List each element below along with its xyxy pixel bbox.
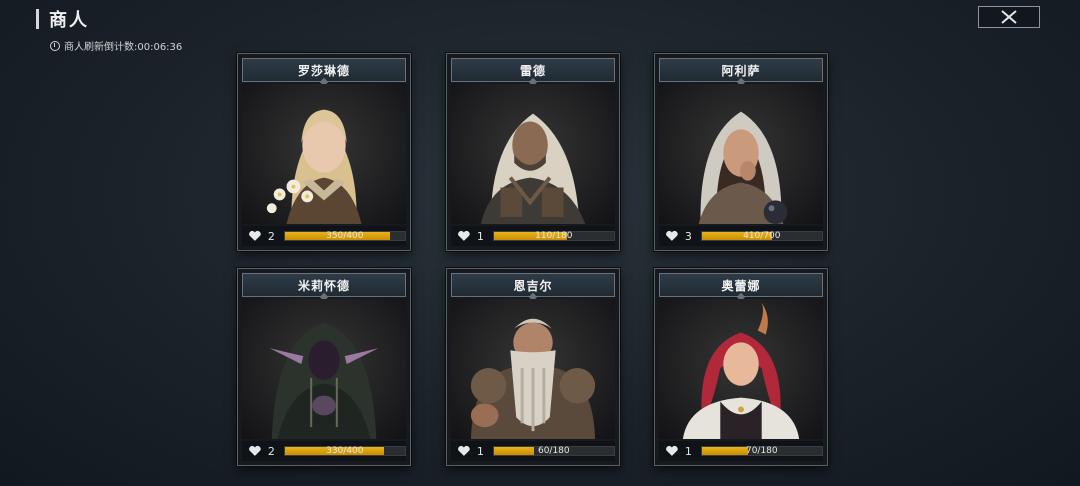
refresh-timer-text: 商人刷新倒计数:00:06:36 [64,42,183,53]
merchant-name-plate: 米莉怀德 [242,273,406,297]
merchant-portrait [451,299,615,439]
merchant-name: 恩吉尔 [513,278,553,293]
merchant-portrait [242,299,406,439]
merchant-card-5[interactable]: 恩吉尔 1 60/180 [446,268,620,466]
hooded-man-portrait [480,113,586,224]
merchant-portrait [659,299,823,439]
heart-icon [249,230,261,241]
merchant-name: 米莉怀德 [297,278,350,293]
progress-text: 60/180 [537,446,570,456]
affection-count: 1 [684,444,692,458]
progress-text: 330/400 [326,446,364,456]
close-button[interactable] [978,6,1040,28]
affection-bar-row: 1 110/180 [451,226,615,246]
merchant-name: 罗莎琳德 [297,63,350,78]
hooded-elf-portrait [269,322,379,439]
progress-text: 350/400 [326,231,364,241]
affection-progress-bar: 330/400 [283,446,406,456]
affection-progress-bar: 70/180 [700,446,823,456]
merchant-name-plate: 恩吉尔 [451,273,615,297]
merchant-card-1[interactable]: 罗莎琳德 2 350/400 [237,53,411,251]
merchant-card-2[interactable]: 雷德 1 110/180 [446,53,620,251]
merchant-card-6[interactable]: 奥蕾娜 1 70/180 [654,268,828,466]
merchant-card-4[interactable]: 米莉怀德 2 330/400 [237,268,411,466]
hooded-woman-portrait [698,111,788,224]
merchant-name: 阿利萨 [721,63,761,78]
merchant-name: 雷德 [519,63,546,78]
merchant-portrait [451,84,615,224]
heart-icon [666,445,678,456]
affection-progress-bar: 60/180 [492,446,615,456]
merchant-portrait [242,84,406,224]
affection-bar-row: 2 350/400 [242,226,406,246]
dwarf-portrait [470,318,596,439]
affection-progress-bar: 110/180 [492,231,615,241]
affection-progress-bar: 350/400 [283,231,406,241]
heart-icon [249,445,261,456]
progress-text: 410/700 [743,231,781,241]
heart-icon [666,230,678,241]
progress-text: 70/180 [745,446,778,456]
affection-count: 2 [267,444,275,458]
affection-count: 1 [476,444,484,458]
affection-bar-row: 1 60/180 [451,441,615,461]
header: 商人 [36,6,89,32]
merchant-name-plate: 奥蕾娜 [659,273,823,297]
title-marker [36,9,39,29]
heart-icon [458,445,470,456]
merchant-portrait [659,84,823,224]
merchant-card-3[interactable]: 阿利萨 3 410/700 [654,53,828,251]
clock-icon [50,40,60,51]
affection-count: 1 [476,229,484,243]
merchant-name-plate: 雷德 [451,58,615,82]
merchant-name-plate: 阿利萨 [659,58,823,82]
affection-progress-bar: 410/700 [700,231,823,241]
affection-bar-row: 2 330/400 [242,441,406,461]
merchant-name-plate: 罗莎琳德 [242,58,406,82]
affection-bar-row: 3 410/700 [659,226,823,246]
merchant-name: 奥蕾娜 [721,278,761,293]
close-icon [1001,10,1017,24]
progress-text: 110/180 [535,231,573,241]
affection-count: 3 [684,229,692,243]
affection-count: 2 [267,229,275,243]
heart-icon [458,230,470,241]
affection-bar-row: 1 70/180 [659,441,823,461]
blonde-woman-portrait [266,109,362,224]
refresh-timer: 商人刷新倒计数:00:06:36 [50,38,182,53]
page-title: 商人 [49,10,89,31]
red-haired-woman-portrait [682,302,800,439]
